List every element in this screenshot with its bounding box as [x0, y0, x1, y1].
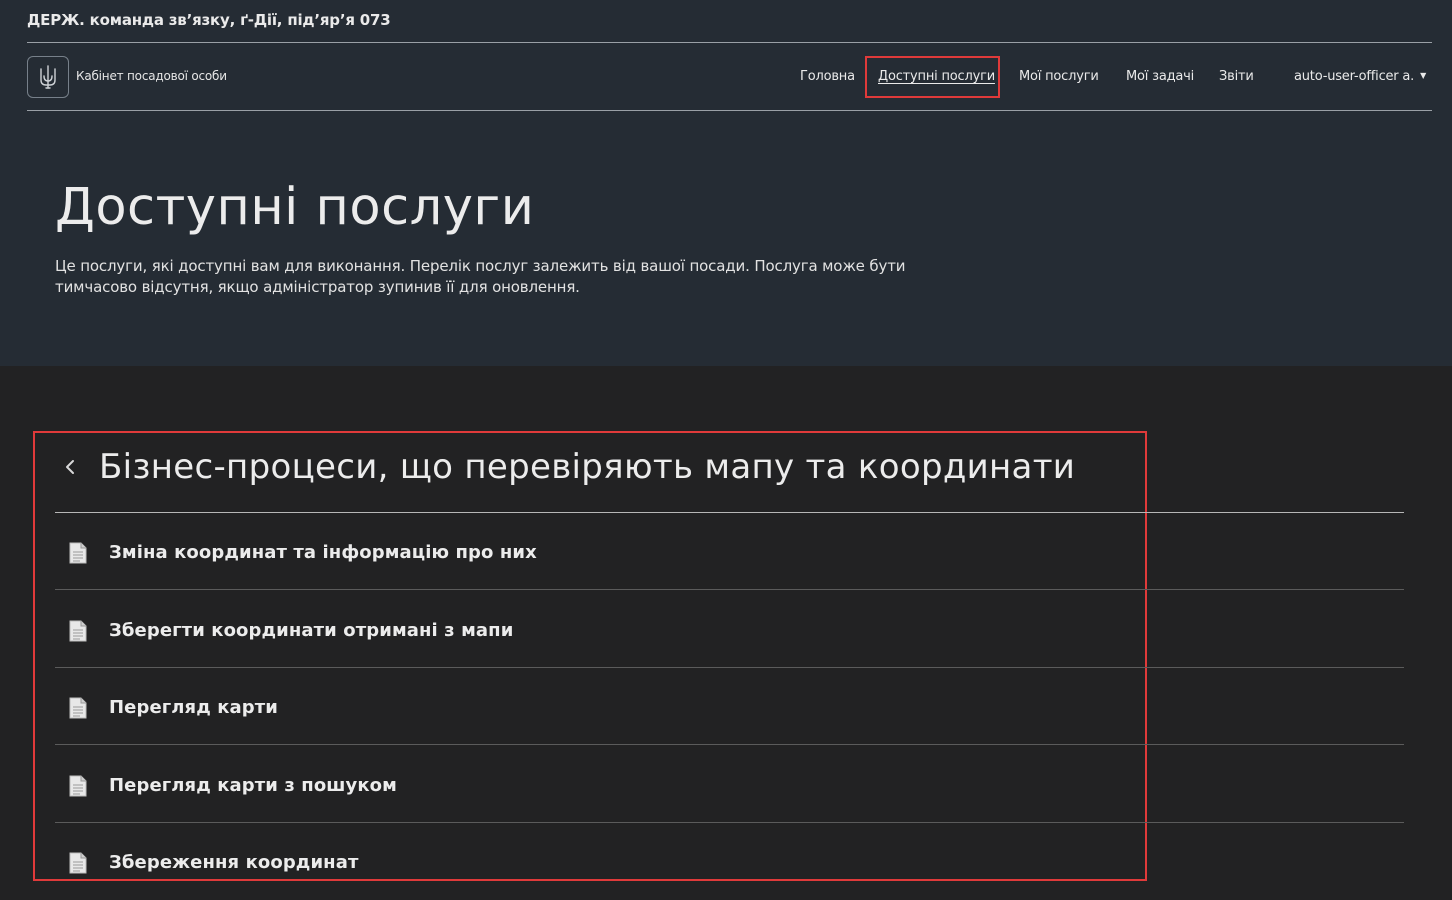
section-title: Бізнес-процеси, що перевіряють мапу та к…: [99, 447, 1076, 487]
nav-reports[interactable]: Звіти: [1219, 69, 1254, 84]
service-item-label: Перегляд карти: [109, 697, 279, 718]
nav-my-tasks[interactable]: Мої задачі: [1126, 69, 1194, 84]
service-item-label: Перегляд карти з пошуком: [109, 774, 397, 796]
user-menu[interactable]: auto-user-officer a. ▼: [1294, 69, 1426, 84]
header-divider-bottom: [27, 110, 1432, 111]
document-icon: [69, 775, 87, 796]
trident-icon: [40, 65, 56, 89]
service-list-item[interactable]: Збереження координат: [55, 823, 1404, 900]
organization-title: ДЕРЖ. команда зв’язку, ґ-Дії, під’яр’я 0…: [27, 11, 391, 29]
document-icon: [69, 542, 87, 564]
document-icon: [69, 852, 87, 874]
user-name: auto-user-officer a.: [1294, 69, 1415, 84]
document-icon: [69, 697, 87, 719]
service-list-item[interactable]: Перегляд карти з пошуком: [55, 746, 1404, 823]
service-item-label: Зміна координат та інформацію про них: [109, 542, 537, 563]
header-divider-top: [27, 42, 1432, 43]
logo-text[interactable]: Кабінет посадової особи: [76, 69, 227, 83]
service-item-label: Зберегти координати отримані з мапи: [109, 619, 514, 641]
service-list-item[interactable]: Перегляд карти: [55, 668, 1404, 745]
nav-available-services[interactable]: Доступні послуги: [878, 69, 995, 84]
service-item-label: Збереження координат: [109, 852, 359, 873]
service-list-item[interactable]: Зберегти координати отримані з мапи: [55, 591, 1404, 668]
service-list-item[interactable]: Зміна координат та інформацію про них: [55, 513, 1404, 590]
caret-down-icon: ▼: [1420, 71, 1427, 80]
document-icon: [69, 620, 87, 641]
nav-my-services[interactable]: Мої послуги: [1019, 69, 1099, 84]
chevron-left-icon[interactable]: [60, 455, 80, 479]
nav-home[interactable]: Головна: [800, 69, 855, 84]
logo-button[interactable]: [27, 56, 69, 98]
page-description: Це послуги, які доступні вам для виконан…: [55, 257, 906, 296]
page-title: Доступні послуги: [55, 178, 535, 237]
